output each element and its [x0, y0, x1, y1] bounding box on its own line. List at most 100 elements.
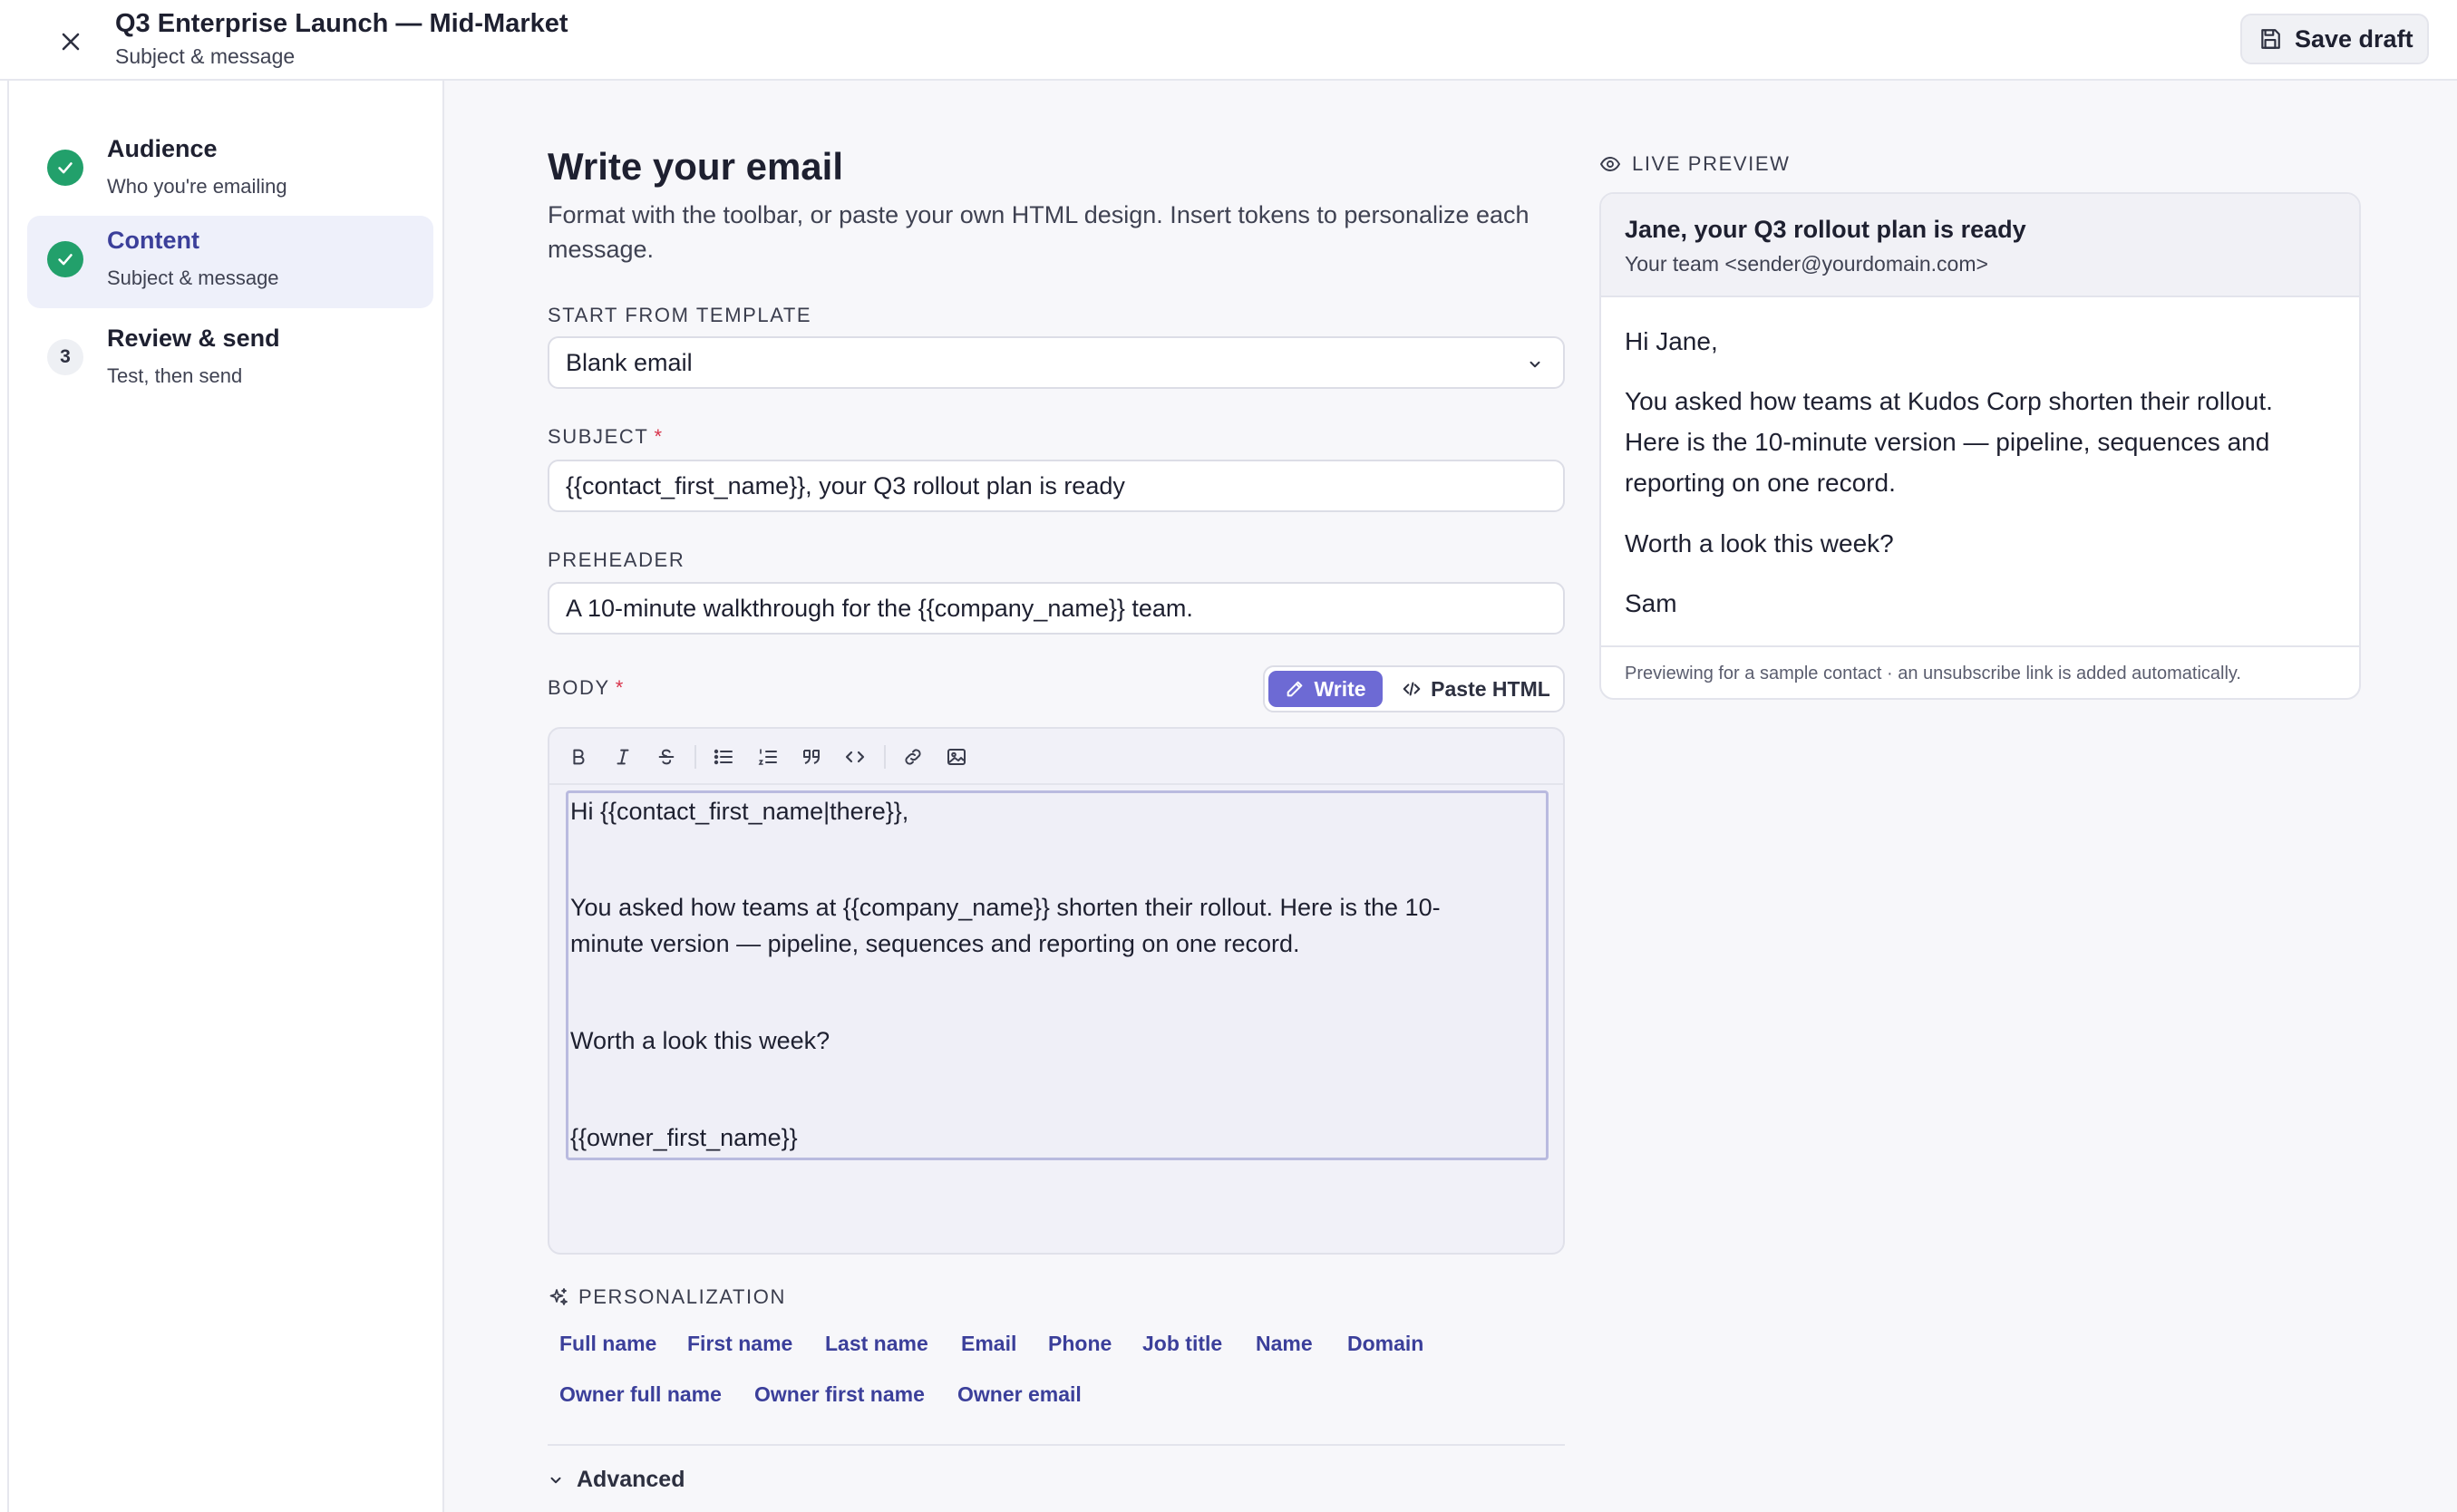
preview-footnote: Previewing for a sample contact · an uns… [1625, 664, 2241, 683]
template-label: START FROM TEMPLATE [548, 304, 812, 326]
token-domain[interactable]: Domain [1335, 1327, 1435, 1360]
image-button[interactable] [943, 743, 970, 771]
body-editor: Hi {{contact_first_name|there}}, You ask… [548, 727, 1565, 1255]
code-icon [1403, 682, 1421, 696]
body-line-question: Worth a look this week? [570, 1027, 830, 1054]
body-label: BODY * [548, 676, 625, 700]
step-content[interactable]: Content Subject & message [27, 216, 433, 308]
link-button[interactable] [899, 743, 927, 771]
token-email[interactable]: Email [949, 1327, 1028, 1360]
email-preview-card: Jane, your Q3 rollout plan is ready Your… [1599, 192, 2361, 700]
paste-html-button[interactable]: Paste HTML [1392, 671, 1560, 707]
bold-button[interactable] [565, 743, 592, 771]
step-subtitle: Who you're emailing [107, 175, 287, 198]
live-preview-label-text: LIVE PREVIEW [1632, 152, 1791, 175]
bold-icon [573, 749, 585, 765]
sparkles-icon [549, 1288, 568, 1305]
body-line-signature: {{owner_first_name}} [570, 1124, 798, 1151]
toolbar-separator [884, 745, 886, 769]
body-line-paragraph-1: You asked how teams at {{company_name}} … [570, 894, 1441, 921]
preview-footer: Previewing for a sample contact · an uns… [1601, 645, 2359, 698]
numbered-list-icon [758, 749, 777, 765]
token-job-title[interactable]: Job title [1131, 1327, 1234, 1360]
step-subtitle: Subject & message [107, 267, 279, 289]
live-preview-label: LIVE PREVIEW [1599, 152, 1790, 176]
code-icon [845, 751, 865, 763]
campaign-title: Q3 Enterprise Launch — Mid-Market [115, 9, 568, 38]
preheader-value: A 10-minute walkthrough for the {{compan… [566, 594, 1193, 622]
italic-icon [617, 749, 629, 765]
token-owner-full-name[interactable]: Owner full name [548, 1378, 733, 1410]
step-number-badge: 3 [47, 339, 83, 375]
subject-value: {{contact_first_name}}, your Q3 rollout … [566, 471, 1125, 499]
toolbar-separator [694, 745, 696, 769]
check-icon [58, 162, 73, 174]
token-owner-email[interactable]: Owner email [946, 1378, 1093, 1410]
write-mode-label: Write [1314, 676, 1366, 701]
token-last-name[interactable]: Last name [813, 1327, 940, 1360]
template-select[interactable]: Blank email [548, 336, 1565, 389]
step-title: Audience [107, 135, 218, 162]
preheader-input[interactable]: A 10-minute walkthrough for the {{compan… [548, 582, 1565, 635]
required-mark: * [615, 676, 625, 699]
preview-header: Jane, your Q3 rollout plan is ready Your… [1601, 194, 2359, 297]
top-header: Q3 Enterprise Launch — Mid-Market Subjec… [0, 0, 2457, 81]
italic-button[interactable] [609, 743, 636, 771]
editor-mode-toggle: Write Paste HTML [1263, 665, 1565, 712]
left-rail [0, 81, 9, 1512]
body-text-area[interactable]: Hi {{contact_first_name|there}}, You ask… [566, 790, 1549, 1160]
image-icon [947, 749, 966, 765]
chevron-down-icon [550, 1477, 561, 1483]
subject-label-text: SUBJECT [548, 425, 649, 448]
numbered-list-button[interactable] [754, 743, 782, 771]
bullet-list-button[interactable] [710, 743, 737, 771]
preview-paragraph-line-2: Here is the 10-minute version — pipeline… [1625, 428, 2270, 456]
steps-sidebar: Audience Who you're emailing Content Sub… [9, 81, 444, 1512]
token-first-name[interactable]: First name [675, 1327, 804, 1360]
advanced-label: Advanced [577, 1467, 685, 1492]
section-divider [548, 1444, 1565, 1446]
close-button[interactable] [53, 24, 89, 60]
required-mark: * [654, 425, 664, 448]
token-name[interactable]: Name [1244, 1327, 1325, 1360]
code-block-button[interactable] [841, 743, 869, 771]
token-phone[interactable]: Phone [1036, 1327, 1123, 1360]
personalization-label: PERSONALIZATION [548, 1285, 786, 1309]
body-label-text: BODY [548, 676, 610, 699]
quote-icon [803, 750, 820, 764]
preview-greeting: Hi Jane, [1625, 327, 1718, 355]
save-draft-button[interactable]: Save draft [2240, 14, 2429, 64]
editor-toolbar [549, 729, 1563, 785]
step-title: Content [107, 227, 199, 254]
bullet-list-icon [714, 749, 733, 765]
chevron-down-icon [1530, 361, 1540, 368]
step-audience[interactable]: Audience Who you're emailing [27, 124, 433, 217]
preview-paragraph-line-1: You asked how teams at Kudos Corp shorte… [1625, 387, 2273, 415]
step-done-badge [47, 241, 83, 277]
write-mode-button[interactable]: Write [1268, 671, 1383, 707]
link-icon [905, 749, 921, 765]
step-done-badge [47, 150, 83, 186]
paste-html-label: Paste HTML [1431, 676, 1550, 701]
token-full-name[interactable]: Full name [548, 1327, 668, 1360]
preheader-label: PREHEADER [548, 548, 685, 571]
preview-paragraph-line-3: reporting on one record. [1625, 469, 1896, 497]
pencil-icon [1287, 681, 1303, 697]
subject-input[interactable]: {{contact_first_name}}, your Q3 rollout … [548, 460, 1565, 512]
floppy-disk-icon [2261, 29, 2280, 49]
eye-icon [1599, 157, 1621, 171]
strikethrough-button[interactable] [653, 743, 680, 771]
advanced-toggle[interactable]: Advanced [548, 1467, 685, 1493]
token-owner-first-name[interactable]: Owner first name [743, 1378, 937, 1410]
preview-sender: Your team <sender@yourdomain.com> [1625, 252, 1988, 276]
strikethrough-icon [658, 749, 675, 765]
save-draft-label: Save draft [2295, 24, 2413, 53]
quote-button[interactable] [798, 743, 825, 771]
preview-question: Worth a look this week? [1625, 529, 1894, 557]
step-title: Review & send [107, 325, 280, 352]
step-subtitle: Test, then send [107, 364, 243, 387]
page-title: Write your email [548, 145, 843, 188]
subject-label: SUBJECT * [548, 425, 664, 449]
campaign-subtitle: Subject & message [115, 44, 296, 68]
step-review-send[interactable]: 3 Review & send Test, then send [27, 314, 433, 406]
